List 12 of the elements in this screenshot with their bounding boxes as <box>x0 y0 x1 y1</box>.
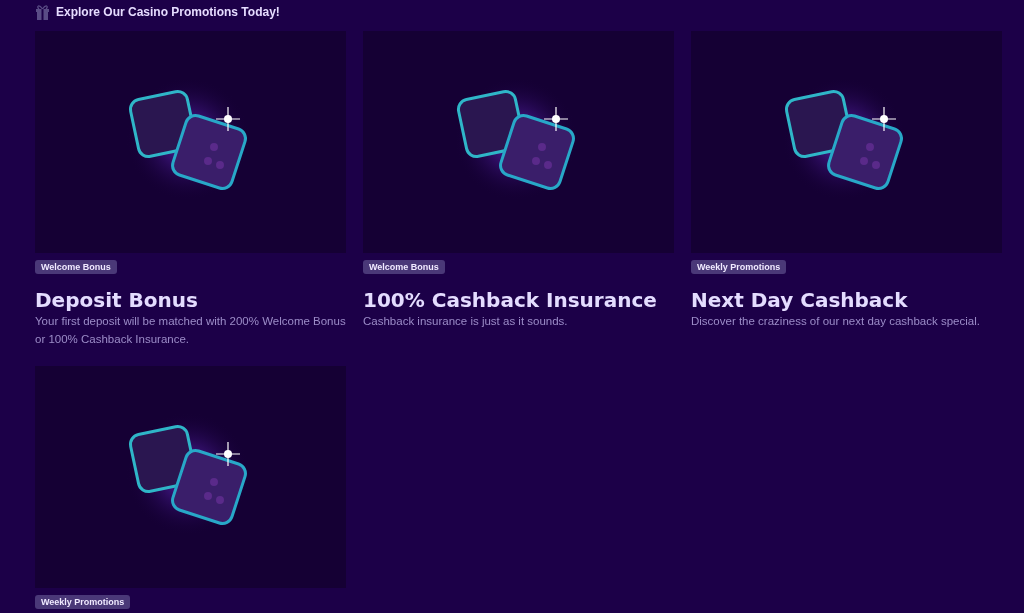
gift-icon <box>35 4 50 20</box>
promotion-title[interactable]: Next Day Cashback <box>691 288 908 312</box>
category-tag: Welcome Bonus <box>35 260 117 274</box>
page-heading: Explore Our Casino Promotions Today! <box>56 5 280 19</box>
category-tag: Welcome Bonus <box>363 260 445 274</box>
promotion-description: Discover the craziness of our next day cashback special. <box>691 314 980 329</box>
promotion-description: Cashback insurance is just as it sounds. <box>363 314 568 329</box>
category-tag: Weekly Promotions <box>35 595 131 609</box>
promotion-title[interactable]: 100% Cashback Insurance <box>363 288 657 312</box>
promotion-description: Your first deposit will be matched with 200% Welcome Bonus or 100% Cashback Insurance. <box>35 314 346 347</box>
promotion-title[interactable]: Deposit Bonus <box>35 288 198 312</box>
category-tag: Weekly Promotions <box>691 260 787 274</box>
